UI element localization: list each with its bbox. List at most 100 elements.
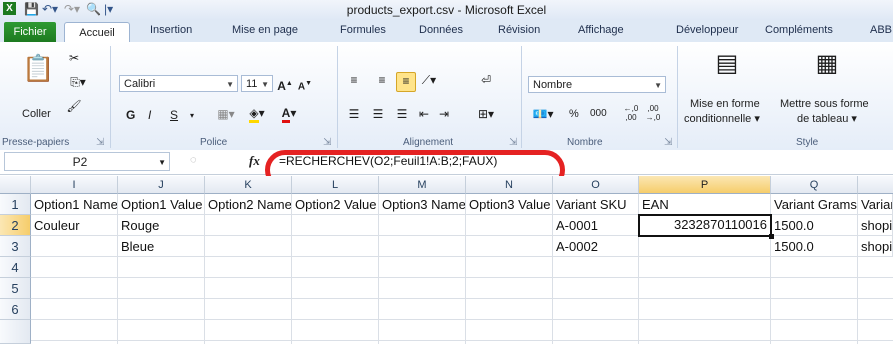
tab-insertion[interactable]: Insertion — [150, 24, 192, 36]
cell-l3[interactable] — [292, 236, 379, 257]
thousands-separator-button[interactable]: 000 — [590, 108, 607, 119]
align-middle-icon[interactable]: ≡ — [374, 72, 390, 88]
percent-style-button[interactable]: % — [569, 108, 579, 120]
cell-k2[interactable] — [205, 215, 292, 236]
tab-fichier[interactable]: Fichier — [4, 22, 56, 42]
cell-l1[interactable]: Option2 Value — [292, 194, 379, 215]
number-format-combo[interactable]: Nombre ▼ — [528, 76, 666, 93]
cell-k3[interactable] — [205, 236, 292, 257]
format-as-table-label-2[interactable]: de tableau ▾ — [797, 112, 857, 125]
tab-mise-en-page[interactable]: Mise en page — [232, 24, 298, 36]
cell-n3[interactable] — [466, 236, 553, 257]
row-header-4[interactable]: 4 — [0, 257, 31, 278]
format-as-table-label[interactable]: Mettre sous forme — [780, 98, 869, 110]
tab-complements[interactable]: Compléments — [765, 24, 833, 36]
row-header-2[interactable]: 2 — [0, 215, 31, 236]
increase-decimal-icon[interactable]: ←,0,00 — [622, 104, 640, 122]
column-header-o[interactable]: O — [553, 176, 639, 194]
cell-n1[interactable]: Option3 Value — [466, 194, 553, 215]
insert-function-icon[interactable]: fx — [249, 153, 260, 169]
tab-affichage[interactable]: Affichage — [578, 24, 624, 36]
cell-l2[interactable] — [292, 215, 379, 236]
empty-cells-area[interactable] — [31, 257, 893, 344]
align-right-icon[interactable]: ☰ — [394, 106, 410, 122]
row-header-7[interactable] — [0, 320, 31, 344]
cell-j2[interactable]: Rouge — [118, 215, 205, 236]
currency-format-icon[interactable]: 💶▾ — [530, 106, 556, 122]
cell-r2[interactable]: shopify — [858, 215, 893, 236]
row-header-1[interactable]: 1 — [0, 194, 31, 215]
font-size-combo[interactable]: 11 ▼ — [241, 75, 273, 92]
conditional-formatting-label[interactable]: Mise en forme — [690, 98, 760, 110]
cell-o2[interactable]: A-0001 — [553, 215, 639, 236]
tab-abb[interactable]: ABB — [870, 24, 892, 36]
align-center-icon[interactable]: ☰ — [370, 106, 386, 122]
column-header-j[interactable]: J — [118, 176, 205, 194]
tab-donnees[interactable]: Données — [419, 24, 463, 36]
formula-input[interactable]: =RECHERCHEV(O2;Feuil1!A:B;2;FAUX) — [279, 154, 497, 168]
row-header-5[interactable]: 5 — [0, 278, 31, 299]
cell-m2[interactable] — [379, 215, 466, 236]
format-painter-icon[interactable]: 🖌 — [66, 98, 82, 114]
column-header-m[interactable]: M — [379, 176, 466, 194]
chevron-down-icon[interactable]: ▾ — [186, 108, 198, 124]
conditional-formatting-label-2[interactable]: conditionnelle ▾ — [684, 112, 760, 125]
shrink-font-icon[interactable]: A▼ — [296, 76, 314, 95]
cell-k1[interactable]: Option2 Name — [205, 194, 292, 215]
cell-q1[interactable]: Variant Grams — [771, 194, 858, 215]
paste-icon[interactable]: 📋 — [22, 50, 54, 86]
italic-button[interactable]: I — [148, 108, 151, 122]
cell-i1[interactable]: Option1 Name — [31, 194, 118, 215]
cut-icon[interactable]: ✂ — [66, 50, 82, 66]
column-header-p[interactable]: P — [639, 176, 771, 194]
decrease-decimal-icon[interactable]: ,00 →,0 — [644, 104, 662, 122]
cell-q2[interactable]: 1500.0 — [771, 215, 858, 236]
column-header-r[interactable] — [858, 176, 893, 194]
cell-o1[interactable]: Variant SKU — [553, 194, 639, 215]
increase-indent-icon[interactable]: ⇥ — [436, 106, 452, 122]
column-header-i[interactable]: I — [31, 176, 118, 194]
clipboard-launcher-icon[interactable]: ⇲ — [96, 137, 104, 148]
tab-formules[interactable]: Formules — [340, 24, 386, 36]
name-box[interactable]: P2 ▼ — [4, 152, 170, 171]
wrap-text-icon[interactable]: ⏎ — [478, 72, 494, 88]
cell-p2[interactable]: 3232870110016 — [638, 214, 772, 237]
cell-p3[interactable] — [639, 236, 771, 257]
tab-developpeur[interactable]: Développeur — [676, 24, 738, 36]
column-header-k[interactable]: K — [205, 176, 292, 194]
cell-r3[interactable]: shopify — [858, 236, 893, 257]
fill-handle[interactable] — [769, 234, 774, 239]
cell-i2[interactable]: Couleur — [31, 215, 118, 236]
cell-j3[interactable]: Bleue — [118, 236, 205, 257]
row-header-6[interactable]: 6 — [0, 299, 31, 320]
chevron-down-icon[interactable]: ▼ — [158, 153, 166, 172]
column-header-q[interactable]: Q — [771, 176, 858, 194]
cell-p1[interactable]: EAN — [639, 194, 771, 215]
borders-icon[interactable]: ▦▾ — [214, 106, 238, 122]
select-all-corner[interactable] — [0, 176, 31, 194]
font-color-icon[interactable]: A▾ — [276, 105, 302, 123]
fill-color-icon[interactable]: ◈▾ — [244, 105, 270, 123]
conditional-formatting-icon[interactable]: ▤ — [712, 48, 742, 80]
orientation-icon[interactable]: ⟋▾ — [418, 72, 440, 88]
font-name-combo[interactable]: Calibri ▼ — [119, 75, 238, 92]
cell-m3[interactable] — [379, 236, 466, 257]
decrease-indent-icon[interactable]: ⇤ — [416, 106, 432, 122]
font-launcher-icon[interactable]: ⇲ — [323, 137, 331, 148]
format-as-table-icon[interactable]: ▦ — [812, 48, 842, 80]
tab-accueil[interactable]: Accueil — [64, 22, 130, 43]
cell-r1[interactable]: Variant — [858, 194, 893, 215]
cell-j1[interactable]: Option1 Value — [118, 194, 205, 215]
cell-i3[interactable] — [31, 236, 118, 257]
paste-button[interactable]: Coller — [22, 108, 51, 120]
column-header-l[interactable]: L — [292, 176, 379, 194]
copy-icon[interactable]: ⎘▾ — [66, 74, 90, 90]
number-launcher-icon[interactable]: ⇲ — [664, 137, 672, 148]
row-header-3[interactable]: 3 — [0, 236, 31, 257]
align-bottom-icon[interactable]: ≡ — [396, 72, 416, 92]
bold-button[interactable]: G — [126, 108, 135, 122]
alignment-launcher-icon[interactable]: ⇲ — [509, 137, 517, 148]
grow-font-icon[interactable]: A▲ — [276, 76, 294, 94]
merge-center-icon[interactable]: ⊞▾ — [474, 106, 498, 122]
tab-revision[interactable]: Révision — [498, 24, 540, 36]
